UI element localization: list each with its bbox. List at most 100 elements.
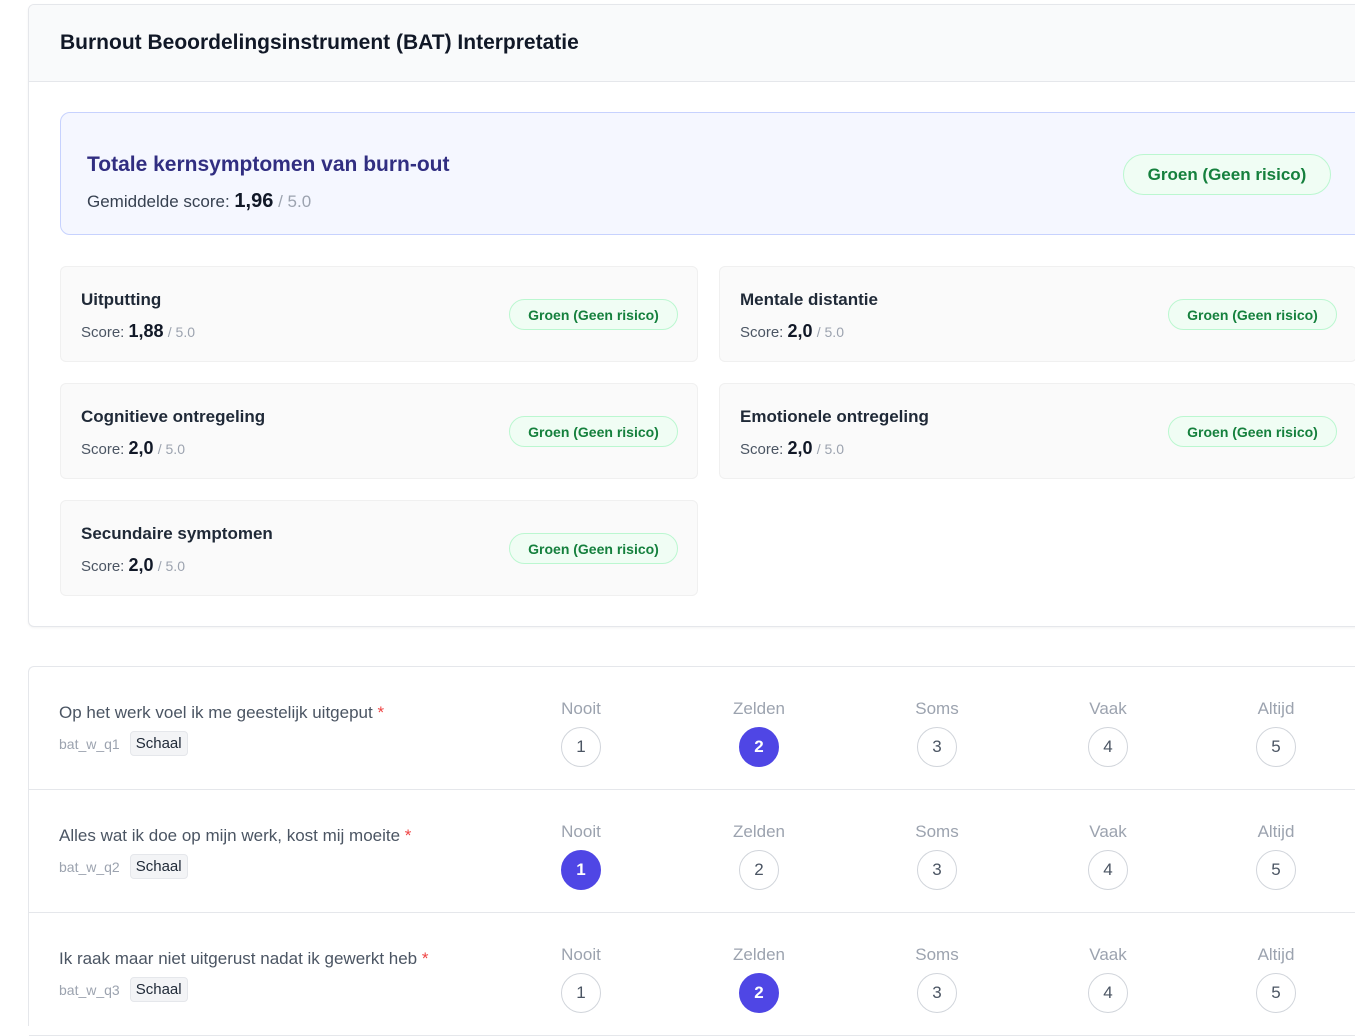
option-nooit: Nooit 1 xyxy=(531,699,631,767)
option-label: Nooit xyxy=(561,822,601,841)
subscale-title: Mentale distantie xyxy=(740,290,878,309)
required-asterisk: * xyxy=(421,949,429,968)
option-2-button[interactable]: 2 xyxy=(739,727,779,767)
option-3-button[interactable]: 3 xyxy=(917,850,957,890)
score-label: Score: xyxy=(81,558,125,575)
question-label: Op het werk voel ik me geestelijk uitgep… xyxy=(59,703,373,722)
option-1-button[interactable]: 1 xyxy=(561,973,601,1013)
required-asterisk: * xyxy=(377,703,385,722)
question-id: bat_w_q3 xyxy=(59,981,120,998)
total-risk-badge: Groen (Geen risico) xyxy=(1123,154,1331,195)
total-score-label: Gemiddelde score: xyxy=(87,192,230,211)
option-nooit: Nooit 1 xyxy=(531,822,631,890)
score-label: Score: xyxy=(740,441,784,458)
total-title: Totale kernsymptomen van burn-out xyxy=(87,153,450,176)
score-value: 1,88 xyxy=(128,321,164,341)
risk-badge: Groen (Geen risico) xyxy=(1168,299,1337,330)
subscale-title: Uitputting xyxy=(81,290,162,309)
required-asterisk: * xyxy=(404,826,412,845)
option-soms: Soms 3 xyxy=(887,822,987,890)
option-zelden: Zelden 2 xyxy=(709,945,809,1013)
option-label: Vaak xyxy=(1089,945,1127,964)
option-5-button[interactable]: 5 xyxy=(1256,727,1296,767)
option-4-button[interactable]: 4 xyxy=(1088,973,1128,1013)
option-soms: Soms 3 xyxy=(887,945,987,1013)
risk-badge: Groen (Geen risico) xyxy=(509,416,678,447)
option-4-button[interactable]: 4 xyxy=(1088,850,1128,890)
total-score-panel: Totale kernsymptomen van burn-out Gemidd… xyxy=(60,112,1355,235)
option-altijd: Altijd 5 xyxy=(1226,945,1326,1013)
subscale-title: Cognitieve ontregeling xyxy=(81,407,266,426)
question-meta: bat_w_q1 Schaal xyxy=(59,731,188,756)
score-value: 2,0 xyxy=(787,321,813,341)
option-nooit: Nooit 1 xyxy=(531,945,631,1013)
score-max: / 5.0 xyxy=(157,558,185,574)
option-label: Altijd xyxy=(1257,699,1295,718)
score-max: / 5.0 xyxy=(167,324,195,340)
question-type-tag: Schaal xyxy=(129,977,188,1002)
option-altijd: Altijd 5 xyxy=(1226,699,1326,767)
subscale-score: Score: 1,88 / 5.0 xyxy=(81,321,195,342)
option-label: Zelden xyxy=(733,822,785,841)
subscale-card-mentale-distantie: Mentale distantie Score: 2,0 / 5.0 Groen… xyxy=(719,266,1355,362)
option-5-button[interactable]: 5 xyxy=(1256,850,1296,890)
question-label: Alles wat ik doe op mijn werk, kost mij … xyxy=(59,826,401,845)
subscale-card-cognitieve-ontregeling: Cognitieve ontregeling Score: 2,0 / 5.0 … xyxy=(60,383,698,479)
question-text: Ik raak maar niet uitgerust nadat ik gew… xyxy=(59,949,429,969)
option-label: Nooit xyxy=(561,945,601,964)
option-altijd: Altijd 5 xyxy=(1226,822,1326,890)
subscale-score: Score: 2,0 / 5.0 xyxy=(81,555,185,576)
option-zelden: Zelden 2 xyxy=(709,822,809,890)
total-score-max: / 5.0 xyxy=(278,192,312,211)
option-3-button[interactable]: 3 xyxy=(917,973,957,1013)
option-1-button[interactable]: 1 xyxy=(561,727,601,767)
option-label: Altijd xyxy=(1257,822,1295,841)
question-row: Op het werk voel ik me geestelijk uitgep… xyxy=(29,667,1355,790)
total-score: Gemiddelde score: 1,96 / 5.0 xyxy=(87,190,311,213)
total-score-value: 1,96 xyxy=(234,190,274,212)
option-label: Vaak xyxy=(1089,699,1127,718)
option-2-button[interactable]: 2 xyxy=(739,850,779,890)
question-text: Alles wat ik doe op mijn werk, kost mij … xyxy=(59,826,411,846)
question-row: Ik raak maar niet uitgerust nadat ik gew… xyxy=(29,913,1355,1036)
question-type-tag: Schaal xyxy=(129,854,188,879)
option-label: Altijd xyxy=(1257,945,1295,964)
question-text: Op het werk voel ik me geestelijk uitgep… xyxy=(59,703,384,723)
option-vaak: Vaak 4 xyxy=(1058,822,1158,890)
score-max: / 5.0 xyxy=(157,441,185,457)
question-id: bat_w_q2 xyxy=(59,858,120,875)
card-header: Burnout Beoordelingsinstrument (BAT) Int… xyxy=(29,5,1355,82)
option-vaak: Vaak 4 xyxy=(1058,699,1158,767)
question-label: Ik raak maar niet uitgerust nadat ik gew… xyxy=(59,949,418,968)
option-label: Vaak xyxy=(1089,822,1127,841)
risk-badge: Groen (Geen risico) xyxy=(1168,416,1337,447)
question-row: Alles wat ik doe op mijn werk, kost mij … xyxy=(29,790,1355,913)
option-1-button[interactable]: 1 xyxy=(561,850,601,890)
subscale-score: Score: 2,0 / 5.0 xyxy=(81,438,185,459)
subscale-card-uitputting: Uitputting Score: 1,88 / 5.0 Groen (Geen… xyxy=(60,266,698,362)
score-value: 2,0 xyxy=(128,555,154,575)
option-label: Zelden xyxy=(733,945,785,964)
option-vaak: Vaak 4 xyxy=(1058,945,1158,1013)
option-label: Zelden xyxy=(733,699,785,718)
questions-panel: Op het werk voel ik me geestelijk uitgep… xyxy=(28,666,1355,1036)
risk-badge: Groen (Geen risico) xyxy=(509,299,678,330)
risk-badge: Groen (Geen risico) xyxy=(509,533,678,564)
card-title: Burnout Beoordelingsinstrument (BAT) Int… xyxy=(60,31,579,54)
option-3-button[interactable]: 3 xyxy=(917,727,957,767)
question-meta: bat_w_q3 Schaal xyxy=(59,977,188,1002)
subscale-score: Score: 2,0 / 5.0 xyxy=(740,438,844,459)
option-5-button[interactable]: 5 xyxy=(1256,973,1296,1013)
option-4-button[interactable]: 4 xyxy=(1088,727,1128,767)
subscale-card-secundaire-symptomen: Secundaire symptomen Score: 2,0 / 5.0 Gr… xyxy=(60,500,698,596)
score-value: 2,0 xyxy=(128,438,154,458)
subscale-title: Emotionele ontregeling xyxy=(740,407,929,426)
subscale-title: Secundaire symptomen xyxy=(81,524,273,543)
option-label: Soms xyxy=(915,822,959,841)
score-label: Score: xyxy=(740,324,784,341)
option-2-button[interactable]: 2 xyxy=(739,973,779,1013)
option-soms: Soms 3 xyxy=(887,699,987,767)
score-max: / 5.0 xyxy=(816,324,844,340)
score-value: 2,0 xyxy=(787,438,813,458)
question-id: bat_w_q1 xyxy=(59,735,120,752)
